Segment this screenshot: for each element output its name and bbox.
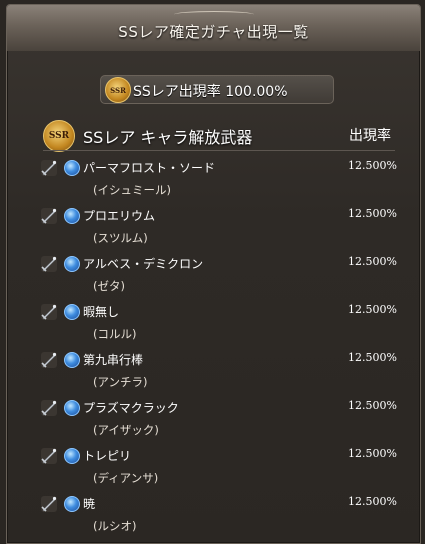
- weapon-list-item[interactable]: トレピリ 12.500% (ディアンサ): [37, 443, 399, 491]
- sword-icon: [41, 160, 57, 176]
- weapon-rate: 12.500%: [348, 207, 397, 220]
- element-water-icon: [64, 400, 80, 416]
- element-water-icon: [64, 208, 80, 224]
- dialog-title: SSレア確定ガチャ出現一覧: [118, 23, 309, 41]
- weapon-list-item[interactable]: 第九串行棒 12.500% (アンチラ): [37, 347, 399, 395]
- title-ornament: [173, 11, 254, 18]
- weapon-rate: 12.500%: [348, 351, 397, 364]
- staff-icon: [41, 352, 57, 368]
- dagger-icon: [41, 304, 57, 320]
- weapon-rate: 12.500%: [348, 303, 397, 316]
- crossed-swords-icon: [41, 496, 57, 512]
- character-name: (ゼタ): [93, 279, 125, 293]
- weapon-rate: 12.500%: [348, 159, 397, 172]
- character-name: (コルル): [93, 327, 137, 341]
- character-name: (アンチラ): [93, 375, 148, 389]
- character-name: (アイザック): [93, 423, 159, 437]
- section-header: SSR SSレア キャラ解放武器 出現率: [43, 120, 393, 152]
- character-name: (ルシオ): [93, 519, 137, 533]
- ss-rate-summary: SSR SSレア出現率 100.00%: [100, 75, 334, 104]
- element-water-icon: [64, 352, 80, 368]
- sword-icon: [41, 208, 57, 224]
- weapon-list-item[interactable]: パーマフロスト・ソード 12.500% (イシュミール): [37, 155, 399, 203]
- rate-column-header: 出現率: [349, 128, 391, 144]
- element-water-icon: [64, 496, 80, 512]
- element-water-icon: [64, 448, 80, 464]
- weapon-rate: 12.500%: [348, 447, 397, 460]
- weapon-name: 第九串行棒: [83, 353, 144, 367]
- weapon-name: 暇無し: [83, 305, 120, 319]
- character-name: (ディアンサ): [93, 471, 159, 485]
- ssr-badge-icon: SSR: [43, 120, 75, 152]
- weapon-name: プラズマクラック: [83, 401, 179, 415]
- weapon-list-item[interactable]: プロエリウム 12.500% (スツルム): [37, 203, 399, 251]
- weapon-rate: 12.500%: [348, 399, 397, 412]
- weapon-name: パーマフロスト・ソード: [83, 161, 216, 175]
- gacha-rate-dialog: SSレア確定ガチャ出現一覧 SSR SSレア出現率 100.00% SSR SS…: [6, 4, 421, 544]
- weapon-name: プロエリウム: [83, 209, 156, 223]
- spear-icon: [41, 256, 57, 272]
- element-water-icon: [64, 160, 80, 176]
- element-water-icon: [64, 256, 80, 272]
- weapon-name: 暁: [83, 497, 96, 511]
- ssr-badge-icon: SSR: [105, 77, 131, 103]
- weapon-rate: 12.500%: [348, 495, 397, 508]
- element-water-icon: [64, 304, 80, 320]
- axe-icon: [41, 400, 57, 416]
- weapon-list-item[interactable]: アルベス・デミクロン 12.500% (ゼタ): [37, 251, 399, 299]
- character-name: (スツルム): [93, 231, 148, 245]
- weapon-list-item[interactable]: 暇無し 12.500% (コルル): [37, 299, 399, 347]
- ss-rate-label: SSレア出現率 100.00%: [133, 84, 288, 100]
- divider: [43, 150, 395, 151]
- weapon-name: トレピリ: [83, 449, 132, 463]
- weapon-list-item[interactable]: 暁 12.500% (ルシオ): [37, 491, 399, 539]
- weapon-rate: 12.500%: [348, 255, 397, 268]
- harp-icon: [41, 448, 57, 464]
- character-name: (イシュミール): [93, 183, 171, 197]
- weapon-list-item[interactable]: プラズマクラック 12.500% (アイザック): [37, 395, 399, 443]
- weapon-name: アルベス・デミクロン: [83, 257, 204, 271]
- section-title: SSレア キャラ解放武器: [83, 128, 253, 147]
